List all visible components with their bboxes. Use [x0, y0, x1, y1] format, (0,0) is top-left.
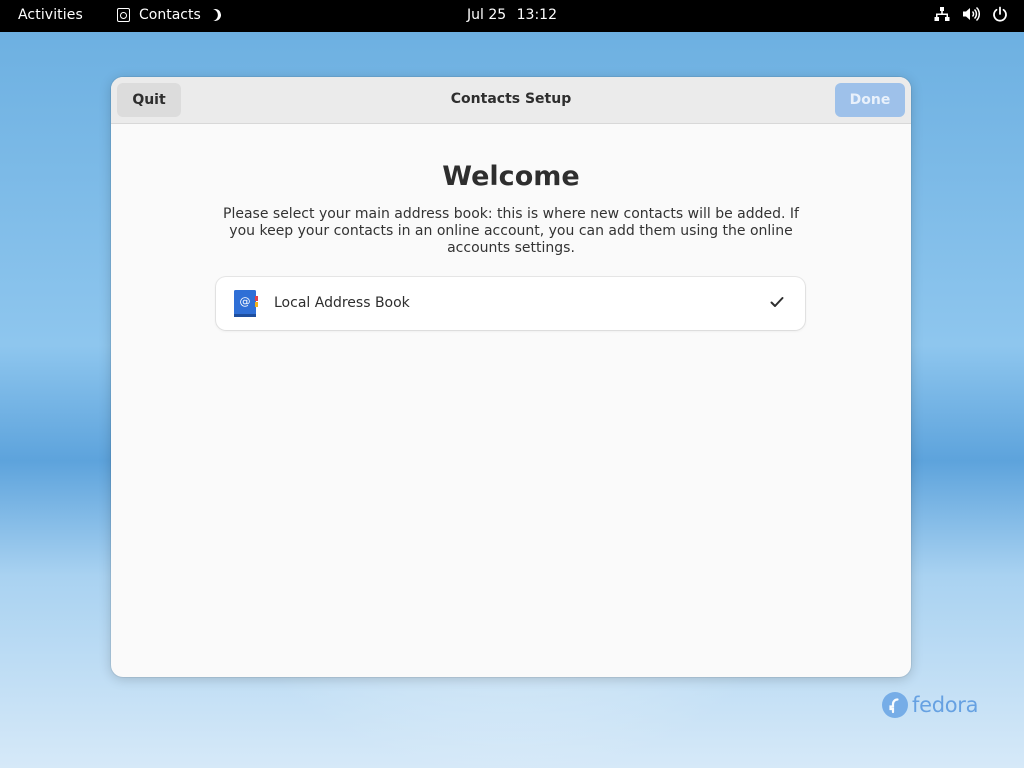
welcome-heading: Welcome	[442, 161, 580, 192]
checkmark-icon	[769, 294, 785, 310]
address-book-row-local[interactable]: @ Local Address Book	[216, 277, 805, 330]
clock-time: 13:12	[516, 7, 557, 23]
system-tray[interactable]	[934, 6, 1008, 22]
window-title: Contacts Setup	[450, 91, 572, 107]
contacts-setup-window: Quit Contacts Setup Done Welcome Please …	[111, 77, 911, 677]
address-book-icon: @	[234, 289, 258, 318]
svg-text:@: @	[240, 295, 251, 308]
header-bar: Quit Contacts Setup Done	[111, 77, 911, 124]
power-icon[interactable]	[992, 6, 1008, 22]
fedora-logo: fedora	[882, 692, 979, 718]
fedora-mark-icon	[882, 692, 908, 718]
volume-icon[interactable]	[962, 6, 980, 22]
clock[interactable]: Jul 25 13:12	[0, 7, 1024, 23]
clock-date: Jul 25	[467, 7, 507, 23]
address-book-label: Local Address Book	[274, 295, 410, 311]
network-icon[interactable]	[934, 6, 950, 22]
done-button[interactable]: Done	[835, 83, 905, 117]
top-bar: Activities Contacts Jul 25 13:12	[0, 0, 1024, 32]
welcome-description: Please select your main address book: th…	[223, 206, 799, 256]
fedora-wordmark: fedora	[912, 693, 979, 717]
